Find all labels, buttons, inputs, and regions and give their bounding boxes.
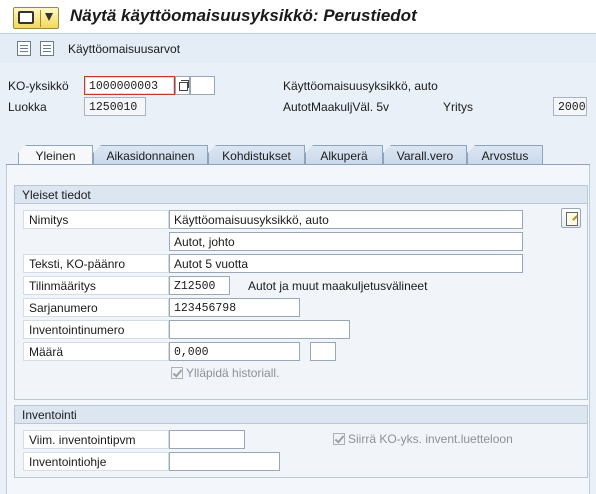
application-toolbar: Käyttöomaisuusarvot xyxy=(0,35,596,63)
company-code-field[interactable]: 2000 xyxy=(553,97,587,116)
serial-number-field[interactable]: 123456798 xyxy=(169,298,300,317)
asset-class-field[interactable]: 1250010 xyxy=(84,97,146,116)
page-title: Näytä käyttöomaisuusyksikkö: Perustiedot xyxy=(70,6,417,25)
inventory-group: Inventointi Viim. inventointipvm Siirrä … xyxy=(14,405,588,478)
class-label: Luokka xyxy=(8,100,47,114)
document-icon[interactable] xyxy=(40,41,54,56)
inventory-note-field[interactable] xyxy=(169,452,280,471)
inventory-number-label: Inventointinumero xyxy=(23,320,169,339)
tab-valuation[interactable]: Arvostus xyxy=(467,145,543,165)
description-label: Nimitys xyxy=(23,210,169,229)
main-text-field[interactable]: Autot 5 vuotta xyxy=(169,254,523,273)
include-inventory-list-checkbox[interactable] xyxy=(333,433,345,445)
history-label: Ylläpidä historiall. xyxy=(186,366,280,380)
general-data-group: Yleiset tiedot Nimitys Käyttöomaisuusyks… xyxy=(14,185,588,400)
asset-description: Käyttöomaisuusyksikkö, auto xyxy=(283,79,438,93)
main-text-label: Teksti, KO-päänro xyxy=(23,254,169,273)
title-bar: Näytä käyttöomaisuusyksikkö: Perustiedot xyxy=(0,0,596,34)
account-determination-text: Autot ja muut maakuljetusvälineet xyxy=(248,279,428,293)
account-determination-field[interactable]: Z12500 xyxy=(169,276,230,295)
other-asset-icon[interactable] xyxy=(17,41,31,56)
asset-number-field[interactable]: 1000000003 xyxy=(84,76,175,95)
content-area: KO-yksikkö 1000000003 Käyttöomaisuusyksi… xyxy=(0,63,596,494)
general-data-title: Yleiset tiedot xyxy=(15,186,587,204)
inventory-note-label: Inventointiohje xyxy=(23,452,169,471)
asset-label: KO-yksikkö xyxy=(8,79,69,93)
description-field-2[interactable]: Autot, johto xyxy=(169,232,523,251)
tab-strip: Yleinen Aikasidonnainen Kohdistukset Alk… xyxy=(0,145,596,165)
tab-time-dependent[interactable]: Aikasidonnainen xyxy=(93,145,208,165)
edit-text-icon[interactable] xyxy=(561,208,581,228)
company-label: Yritys xyxy=(443,100,473,114)
include-inventory-list-label: Siirrä KO-yks. invent.luetteloon xyxy=(348,432,513,446)
match-code-icon[interactable] xyxy=(175,76,190,95)
tab-allocations[interactable]: Kohdistukset xyxy=(208,145,305,165)
tab-panel: Yleiset tiedot Nimitys Käyttöomaisuusyks… xyxy=(6,165,590,494)
inventory-title: Inventointi xyxy=(15,406,587,424)
description-field-1[interactable]: Käyttöomaisuusyksikkö, auto xyxy=(169,210,523,229)
account-determination-label: Tilinmääritys xyxy=(23,276,169,295)
quantity-label: Määrä xyxy=(23,342,169,361)
tab-general[interactable]: Yleinen xyxy=(18,145,93,165)
last-inventory-date-label: Viim. inventointipvm xyxy=(23,430,169,449)
unit-field[interactable] xyxy=(310,342,336,361)
last-inventory-date-field[interactable] xyxy=(169,430,245,449)
menu-icon[interactable] xyxy=(13,7,59,29)
inventory-number-field[interactable] xyxy=(169,320,350,339)
serial-number-label: Sarjanumero xyxy=(23,298,169,317)
asset-values-button[interactable]: Käyttöomaisuusarvot xyxy=(68,42,180,56)
tab-net-worth-tax[interactable]: Varall.vero xyxy=(383,145,467,165)
subnumber-field[interactable] xyxy=(190,76,215,95)
quantity-field[interactable]: 0,000 xyxy=(169,342,300,361)
tab-origin[interactable]: Alkuperä xyxy=(305,145,383,165)
class-description: AutotMaakuljVäl. 5v xyxy=(283,100,390,114)
history-checkbox[interactable] xyxy=(171,367,183,379)
